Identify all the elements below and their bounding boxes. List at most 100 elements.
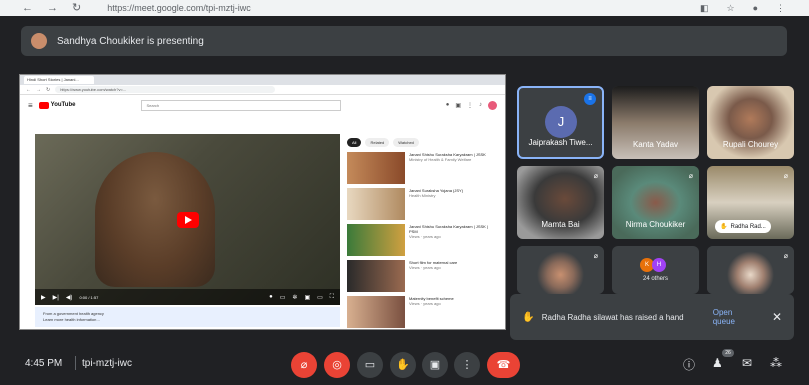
info-panel: From a government health agency Learn mo…: [35, 307, 340, 327]
meeting-time: 4:45 PM: [25, 358, 63, 369]
participant-video: [517, 246, 604, 294]
hamburger-icon: ≡: [28, 100, 33, 110]
list-item: Janani Shishu Suraksha Karyakram | JSSK M…: [347, 152, 497, 187]
hand-icon: ✋: [720, 224, 728, 230]
participant-name: Kanta Yadav: [632, 140, 679, 149]
thumbnail: [347, 296, 405, 328]
others-avatars: K H: [640, 258, 666, 272]
participant-name: Jaiprakash Tiwe...: [528, 138, 593, 147]
chat-icon[interactable]: ✉: [742, 356, 752, 370]
bell-icon: ♪: [479, 102, 482, 108]
divider: [75, 356, 76, 370]
yt-avatar: [488, 100, 497, 110]
shared-reload-icon: ↻: [46, 86, 51, 93]
presenter-avatar: [31, 33, 47, 49]
thumbnail: [347, 188, 405, 220]
participant-tile[interactable]: ⌀: [707, 246, 794, 294]
volume-icon: ◀): [65, 294, 73, 301]
reload-icon[interactable]: ↻: [72, 0, 81, 16]
mic-off-icon: ⌀: [593, 253, 598, 260]
camera-off-button[interactable]: ◎: [324, 352, 350, 378]
browser-toolbar: ← → ↻ https://meet.google.com/tpi-mztj-i…: [0, 0, 809, 16]
chip-related: Related: [365, 138, 390, 147]
cc-icon: ▭: [279, 294, 286, 301]
list-item: Janani Suraksha Yojana (JSY) Health Minis…: [347, 188, 497, 223]
mic-off-icon: ⌀: [783, 173, 788, 180]
filter-chips: All Related Watched: [347, 138, 419, 147]
address-bar[interactable]: https://meet.google.com/tpi-mztj-iwc: [107, 3, 251, 13]
speaking-icon: ≡: [584, 93, 596, 105]
video-player: ▶ ▶| ◀) 0:00 / 1:57 ● ▭ ✲ ▣ ▭ ⛶: [35, 134, 340, 305]
thumbnail: [347, 152, 405, 184]
next-icon: ▶|: [52, 294, 59, 301]
profile-icon[interactable]: ●: [753, 3, 758, 14]
mic-off-icon: ⌀: [783, 253, 788, 260]
leave-call-button[interactable]: ☎: [487, 352, 520, 378]
shared-tabbar: Hindi Short Stories | Janani...: [20, 75, 505, 85]
meeting-controls: 4:45 PM tpi-mztj-iwc ⌀ ◎ ▭ ✋ ▣ ⋮ ☎ ⓘ ♟ 2…: [0, 344, 809, 385]
present-button[interactable]: ▣: [422, 352, 448, 378]
mic-search-icon: ●: [445, 102, 450, 108]
people-icon[interactable]: ♟: [712, 356, 723, 370]
thumbnail: [347, 224, 405, 256]
participant-name: Nirma Choukiker: [625, 220, 686, 229]
presenting-banner: Sandhya Choukiker is presenting: [21, 26, 787, 56]
more-options-button[interactable]: ⋮: [454, 352, 480, 378]
avatar: H: [652, 258, 666, 272]
participant-name: Rupali Chourey: [722, 140, 779, 149]
participant-name: Mamta Bai: [541, 220, 580, 229]
thumbnail: [347, 260, 405, 292]
hand-icon: ✋: [522, 311, 535, 323]
create-icon: ▣: [455, 102, 461, 109]
notification-message: Radha Radha silawat has raised a hand: [541, 312, 684, 322]
avatar: J: [545, 106, 577, 138]
play-button: [177, 212, 199, 228]
play-icon: ▶: [41, 294, 46, 301]
apps-icon: ⋮: [467, 102, 473, 109]
participant-tile[interactable]: ⌀ ✋ Radha Rad...: [707, 166, 794, 239]
raise-hand-button[interactable]: ✋: [390, 352, 416, 378]
open-queue-button[interactable]: Open queue: [713, 308, 756, 326]
shared-url: https://www.youtube.com/watch?v=...: [55, 86, 276, 93]
info-icon[interactable]: ⓘ: [683, 356, 695, 373]
miniplayer-icon: ▣: [304, 294, 311, 301]
extension-icon[interactable]: ◧: [700, 3, 709, 14]
toggle-icon: ●: [269, 294, 273, 300]
meeting-code: tpi-mztj-iwc: [82, 358, 132, 369]
youtube-logo: YouTube: [38, 101, 75, 109]
participant-tile[interactable]: Rupali Chourey: [707, 86, 794, 159]
video-controls: ▶ ▶| ◀) 0:00 / 1:57 ● ▭ ✲ ▣ ▭ ⛶: [35, 289, 340, 305]
chip-watched: Watched: [393, 138, 419, 147]
mic-off-icon: ⌀: [593, 173, 598, 180]
others-count: 24 others: [642, 276, 669, 282]
mic-off-icon: ⌀: [688, 173, 693, 180]
participant-tile[interactable]: Kanta Yadav: [612, 86, 699, 159]
meet-window: ← → ↻ https://meet.google.com/tpi-mztj-i…: [0, 0, 809, 385]
others-tile[interactable]: K H 24 others: [612, 246, 699, 294]
chip-all: All: [347, 138, 362, 147]
captions-button[interactable]: ▭: [357, 352, 383, 378]
settings-icon: ✲: [292, 294, 298, 301]
video-time: 0:00 / 1:57: [79, 294, 99, 300]
close-icon[interactable]: ✕: [772, 310, 782, 324]
participant-count-badge: 26: [722, 349, 734, 357]
participant-video: [707, 246, 794, 294]
back-icon[interactable]: ←: [22, 0, 33, 16]
shared-back-icon: ←: [26, 86, 31, 93]
youtube-header: ≡ YouTube Search ● ▣ ⋮ ♪: [20, 95, 505, 115]
mic-off-button[interactable]: ⌀: [291, 352, 317, 378]
youtube-search: Search: [141, 99, 342, 111]
list-item: Janani Shishu Suraksha Karyakram | JSSK …: [347, 224, 497, 259]
participant-tile[interactable]: J ≡ Jaiprakash Tiwe...: [517, 86, 604, 159]
list-item: Maternity benefit scheme Views · years ag…: [347, 296, 497, 331]
shared-screen: Hindi Short Stories | Janani... ← → ↻ ht…: [19, 74, 506, 330]
participant-tile[interactable]: ⌀: [517, 246, 604, 294]
menu-icon[interactable]: ⋮: [776, 3, 785, 14]
shared-tab: Hindi Short Stories | Janani...: [24, 76, 94, 84]
activities-icon[interactable]: ⁂: [770, 356, 782, 370]
star-icon[interactable]: ☆: [726, 3, 734, 14]
forward-icon[interactable]: →: [47, 0, 58, 16]
participant-tile[interactable]: ⌀ Nirma Choukiker: [612, 166, 699, 239]
recommendations: Janani Shishu Suraksha Karyakram | JSSK M…: [347, 152, 497, 332]
participant-tile[interactable]: ⌀ Mamta Bai: [517, 166, 604, 239]
